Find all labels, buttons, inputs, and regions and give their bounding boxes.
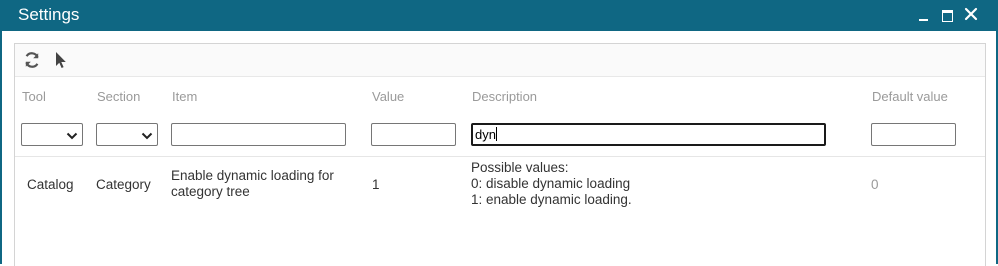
column-header-tool[interactable]: Tool: [22, 89, 46, 104]
text-caret: [495, 127, 497, 141]
column-header-item[interactable]: Item: [172, 89, 197, 104]
refresh-icon[interactable]: [22, 50, 42, 70]
description-filter-value: dyn: [475, 127, 497, 142]
description-line: 0: disable dynamic loading: [471, 176, 631, 191]
close-icon[interactable]: [963, 6, 979, 22]
chevron-down-icon: [66, 129, 78, 140]
description-line: 1: enable dynamic loading.: [471, 192, 632, 207]
cell-description: Possible values: 0: disable dynamic load…: [471, 160, 632, 208]
description-filter-input[interactable]: dyn: [471, 123, 826, 146]
title-bar[interactable]: Settings: [0, 0, 998, 31]
column-header-default-value[interactable]: Default value: [872, 89, 948, 104]
row-divider: [15, 156, 985, 157]
cell-tool: Catalog: [27, 177, 74, 192]
cell-item-line: Enable dynamic loading for: [171, 168, 334, 183]
grid-toolbar: [15, 44, 985, 77]
tool-filter-select[interactable]: [21, 123, 83, 146]
column-header-description[interactable]: Description: [472, 89, 537, 104]
section-filter-select[interactable]: [96, 123, 158, 146]
maximize-icon[interactable]: [941, 8, 955, 22]
item-filter-input[interactable]: [171, 123, 346, 146]
cell-section: Category: [96, 177, 151, 192]
window-content: Tool Section Item Value Description Defa…: [2, 31, 996, 266]
chevron-down-icon: [141, 129, 153, 140]
settings-window: Settings Tool Section Item Value Descrip…: [0, 0, 998, 266]
description-line: Possible values:: [471, 160, 569, 175]
cell-value: 1: [372, 177, 380, 192]
settings-grid: Tool Section Item Value Description Defa…: [14, 43, 986, 266]
value-filter-input[interactable]: [371, 123, 456, 146]
column-header-value[interactable]: Value: [372, 89, 404, 104]
minimize-icon[interactable]: [917, 8, 931, 22]
column-header-section[interactable]: Section: [97, 89, 140, 104]
default-value-filter-input[interactable]: [871, 123, 956, 146]
pointer-icon[interactable]: [51, 50, 71, 70]
window-title: Settings: [18, 5, 80, 24]
cell-default-value: 0: [871, 177, 879, 192]
cell-item-line: category tree: [171, 184, 250, 199]
cell-item: Enable dynamic loading for category tree: [171, 168, 334, 200]
